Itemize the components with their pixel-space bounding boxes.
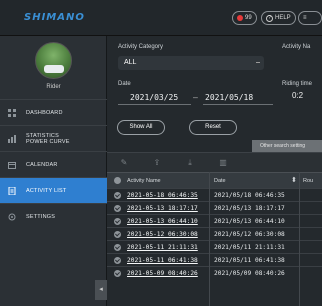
- reset-button[interactable]: Reset: [189, 120, 237, 135]
- sidebar-item-label: STATISTICS POWER CURVE: [26, 133, 70, 145]
- sort-down-icon[interactable]: ⬍: [291, 176, 297, 184]
- dashboard-icon: [8, 109, 16, 117]
- row-checkbox[interactable]: [114, 192, 121, 199]
- activity-date: 2021/05/13 18:17:17: [214, 205, 285, 212]
- activity-category-select[interactable]: ALL: [118, 56, 264, 70]
- row-checkbox[interactable]: [114, 231, 121, 238]
- chevron-down-icon: [256, 62, 260, 63]
- help-button[interactable]: ? HELP: [261, 11, 296, 25]
- sidebar-item-calendar[interactable]: CALENDAR: [0, 151, 107, 177]
- upload-icon[interactable]: ⇪: [152, 158, 162, 168]
- notifications-button[interactable]: 99: [232, 11, 257, 25]
- username: Rider: [46, 84, 61, 90]
- show-all-button[interactable]: Show All: [117, 120, 165, 135]
- table-row[interactable]: 2021-05-11 06:41:38 2021/05/11 06:41:38: [107, 253, 322, 266]
- activity-name-link[interactable]: 2021-05-18 06:46:35: [127, 192, 198, 199]
- table-row[interactable]: 2021-05-09 08:40:26 2021/05/09 08:40:26: [107, 266, 322, 279]
- activity-list-icon: [8, 187, 16, 195]
- notification-count: 99: [245, 15, 252, 21]
- row-checkbox[interactable]: [114, 244, 121, 251]
- alert-icon: [237, 15, 243, 21]
- delete-icon[interactable]: ▥: [218, 158, 228, 168]
- sidebar-item-label: DASHBOARD: [26, 110, 63, 116]
- col-extra[interactable]: Rou: [303, 178, 313, 184]
- table-header: Activity Name Date ⬍ Rou: [107, 172, 322, 188]
- main-panel: Activity Category Activity Na ALL Date R…: [107, 36, 322, 306]
- table-row[interactable]: 2021-05-11 21:11:31 2021/05/11 21:11:31: [107, 240, 322, 253]
- date-to-field[interactable]: 2021/05/18: [205, 93, 253, 102]
- sidebar-collapse-button[interactable]: ◂: [95, 280, 107, 300]
- app-window: SHIMANO 99 ? HELP ≡ Rider DASHBOARD STAT…: [0, 0, 322, 306]
- shimano-logo[interactable]: SHIMANO: [24, 12, 85, 23]
- sidebar-item-activity-list[interactable]: ACTIVITY LIST: [0, 177, 107, 203]
- date-label: Date: [118, 81, 131, 87]
- table-row[interactable]: 2021-05-12 06:30:08 2021/05/12 06:30:08: [107, 227, 322, 240]
- sidebar-item-label: SETTINGS: [26, 214, 56, 220]
- activity-date: 2021/05/11 21:11:31: [214, 244, 285, 251]
- sidebar-item-label: CALENDAR: [26, 162, 58, 168]
- edit-icon[interactable]: ✎: [119, 158, 129, 168]
- settings-icon: [8, 213, 16, 221]
- other-search-settings-tab[interactable]: Other search setting: [252, 140, 322, 152]
- calendar-icon: [8, 162, 16, 169]
- riding-time-field[interactable]: 0:2: [284, 91, 322, 107]
- col-activity-name[interactable]: Activity Name: [127, 178, 161, 184]
- activity-name-link[interactable]: 2021-05-12 06:30:08: [127, 231, 198, 238]
- row-checkbox[interactable]: [114, 257, 121, 264]
- activity-name-link[interactable]: 2021-05-13 06:44:10: [127, 218, 198, 225]
- table-row[interactable]: 2021-05-13 06:44:10 2021/05/13 06:44:10: [107, 214, 322, 227]
- col-date[interactable]: Date: [214, 178, 226, 184]
- date-from-field[interactable]: 2021/03/25: [130, 93, 178, 102]
- date-separator: –: [193, 93, 198, 102]
- menu-button[interactable]: ≡: [298, 11, 322, 25]
- top-bar: SHIMANO 99 ? HELP ≡: [0, 0, 322, 36]
- select-all-checkbox[interactable]: [114, 177, 121, 184]
- list-toolbar: ✎ ⇪ ⤓ ▥: [107, 152, 322, 172]
- activity-date: 2021/05/18 06:46:35: [214, 192, 285, 199]
- sidebar-item-statistics[interactable]: STATISTICS POWER CURVE: [0, 125, 107, 151]
- help-icon: ?: [266, 14, 273, 22]
- date-to-underline: [203, 104, 273, 105]
- row-checkbox[interactable]: [114, 270, 121, 277]
- activity-date: 2021/05/09 08:40:26: [214, 270, 285, 277]
- activity-category-value: ALL: [124, 59, 137, 66]
- avatar[interactable]: [35, 42, 72, 79]
- activity-name-label: Activity Na: [282, 44, 311, 50]
- column-divider: [209, 172, 210, 306]
- sidebar-item-label: ACTIVITY LIST: [26, 188, 67, 194]
- download-icon[interactable]: ⤓: [185, 158, 195, 168]
- activity-date: 2021/05/13 06:44:10: [214, 218, 285, 225]
- activity-date: 2021/05/12 06:30:08: [214, 231, 285, 238]
- activity-name-link[interactable]: 2021-05-11 21:11:31: [127, 244, 198, 251]
- sidebar-item-settings[interactable]: SETTINGS: [0, 203, 107, 229]
- power-curve-label: POWER CURVE: [26, 139, 70, 145]
- riding-time-label: Riding time: [282, 81, 313, 87]
- activity-name-link[interactable]: 2021-05-09 08:40:26: [127, 270, 198, 277]
- row-checkbox[interactable]: [114, 218, 121, 225]
- column-divider: [299, 172, 300, 306]
- sidebar-item-dashboard[interactable]: DASHBOARD: [0, 99, 107, 125]
- date-from-underline: [118, 104, 191, 105]
- row-checkbox[interactable]: [114, 205, 121, 212]
- table-row[interactable]: 2021-05-13 18:17:17 2021/05/13 18:17:17: [107, 201, 322, 214]
- activity-category-label: Activity Category: [118, 44, 164, 50]
- menu-icon: ≡: [303, 15, 307, 21]
- table-row[interactable]: 2021-05-18 06:46:35 2021/05/18 06:46:35: [107, 188, 322, 201]
- sidebar: Rider DASHBOARD STATISTICS POWER CURVE C…: [0, 36, 107, 306]
- activity-name-link[interactable]: 2021-05-11 06:41:38: [127, 257, 198, 264]
- statistics-icon: [8, 135, 16, 143]
- activity-name-link[interactable]: 2021-05-13 18:17:17: [127, 205, 198, 212]
- activity-date: 2021/05/11 06:41:38: [214, 257, 285, 264]
- help-label: HELP: [275, 15, 291, 21]
